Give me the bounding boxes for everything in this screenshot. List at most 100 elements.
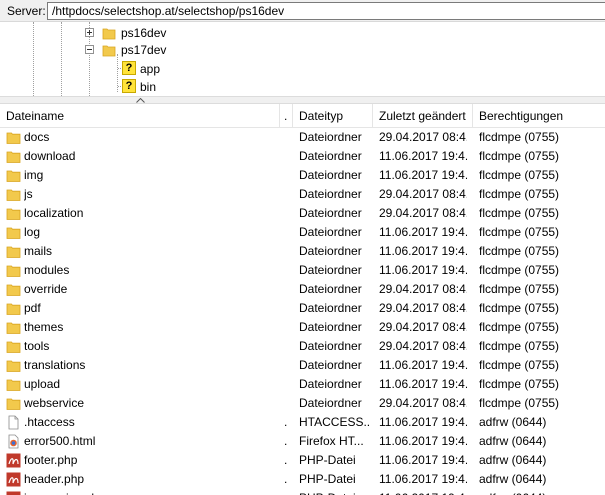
file-row[interactable]: footer.php. PHP-Datei 11.06.2017 19:4... ad…: [0, 451, 605, 470]
remote-directory-tree[interactable]: ps16dev ps17dev ? app ? bin: [0, 22, 605, 96]
file-permissions: flcdmpe (0755): [479, 206, 560, 220]
file-permissions: flcdmpe (0755): [479, 130, 560, 144]
file-modified: 11.06.2017 19:4...: [379, 263, 467, 277]
file-type: PHP-Datei: [299, 453, 356, 467]
php-file-icon: [6, 453, 21, 468]
collapse-icon[interactable]: [85, 45, 94, 54]
file-extension-marker: .: [284, 489, 294, 495]
column-header-modified[interactable]: Zuletzt geändert: [373, 104, 473, 128]
file-modified: 29.04.2017 08:4...: [379, 282, 467, 296]
file-permissions: flcdmpe (0755): [479, 244, 560, 258]
file-type: Firefox HT...: [299, 434, 364, 448]
file-row[interactable]: header.php. PHP-Datei 11.06.2017 19:4... ad…: [0, 470, 605, 489]
file-modified: 11.06.2017 19:4...: [379, 168, 467, 182]
file-row[interactable]: mails Dateiordner 11.06.2017 19:4... flcdmp…: [0, 242, 605, 261]
column-header-filename[interactable]: Dateiname: [0, 104, 280, 128]
folder-icon: [6, 282, 21, 297]
file-extension-marker: [284, 166, 294, 185]
file-list-header: Dateiname . Dateityp Zuletzt geändert Be…: [0, 104, 605, 128]
file-row[interactable]: img Dateiordner 11.06.2017 19:4... flcdmpe …: [0, 166, 605, 185]
file-row[interactable]: js Dateiordner 29.04.2017 08:4... flcdmpe (…: [0, 185, 605, 204]
file-list[interactable]: docs Dateiordner 29.04.2017 08:4... flcdmpe…: [0, 128, 605, 495]
file-name: .htaccess: [24, 415, 75, 429]
file-row[interactable]: download Dateiordner 11.06.2017 19:4... flc…: [0, 147, 605, 166]
file-icon: [6, 415, 21, 430]
file-permissions: flcdmpe (0755): [479, 168, 560, 182]
file-type: Dateiordner: [299, 339, 362, 353]
file-row[interactable]: error500.html. Firefox HT... 11.06.2017 19…: [0, 432, 605, 451]
tree-item-label: ps16dev: [121, 26, 167, 40]
file-name: webservice: [24, 396, 85, 410]
file-permissions: flcdmpe (0755): [479, 263, 560, 277]
file-extension-marker: [284, 394, 294, 413]
file-row[interactable]: .htaccess. HTACCESS... 11.06.2017 19:4... a…: [0, 413, 605, 432]
file-permissions: flcdmpe (0755): [479, 339, 560, 353]
file-permissions: flcdmpe (0755): [479, 149, 560, 163]
file-permissions: flcdmpe (0755): [479, 396, 560, 410]
file-name: modules: [24, 263, 70, 277]
file-row[interactable]: modules Dateiordner 11.06.2017 19:4... flcd…: [0, 261, 605, 280]
file-extension-marker: [284, 261, 294, 280]
file-modified: 29.04.2017 08:4...: [379, 301, 467, 315]
file-type: Dateiordner: [299, 225, 362, 239]
file-type: Dateiordner: [299, 263, 362, 277]
tree-guide-line: [33, 22, 34, 96]
file-row[interactable]: tools Dateiordner 29.04.2017 08:4... flcdmp…: [0, 337, 605, 356]
folder-icon: [6, 206, 21, 221]
column-header-filetype[interactable]: Dateityp: [293, 104, 373, 128]
file-row[interactable]: localization Dateiordner 29.04.2017 08:4..…: [0, 204, 605, 223]
file-extension-marker: .: [284, 434, 288, 448]
folder-icon: [6, 320, 21, 335]
file-row[interactable]: webservice Dateiordner 29.04.2017 08:4... f…: [0, 394, 605, 413]
folder-icon: [6, 187, 21, 202]
column-header-extension[interactable]: .: [280, 104, 293, 128]
file-name: override: [24, 282, 68, 296]
file-modified: 11.06.2017 19:4...: [379, 358, 467, 372]
file-extension-marker: [284, 223, 294, 242]
file-modified: 29.04.2017 08:4...: [379, 187, 467, 201]
file-type: Dateiordner: [299, 320, 362, 334]
file-permissions: flcdmpe (0755): [479, 282, 560, 296]
file-modified: 29.04.2017 08:4...: [379, 339, 467, 353]
file-modified: 29.04.2017 08:4...: [379, 206, 467, 220]
file-row[interactable]: translations Dateiordner 11.06.2017 19:4..…: [0, 356, 605, 375]
pane-splitter[interactable]: [0, 96, 605, 104]
file-row[interactable]: themes Dateiordner 29.04.2017 08:4... flcdm…: [0, 318, 605, 337]
file-type: Dateiordner: [299, 301, 362, 315]
file-row[interactable]: pdf Dateiordner 29.04.2017 08:4... flcdmpe …: [0, 299, 605, 318]
php-file-icon: [6, 472, 21, 487]
folder-icon: [6, 149, 21, 164]
file-modified: 29.04.2017 08:4...: [379, 396, 467, 410]
file-permissions: adfrw (0644): [479, 472, 547, 486]
file-name: img: [24, 168, 44, 182]
file-type: Dateiordner: [299, 396, 362, 410]
file-type: Dateiordner: [299, 244, 362, 258]
file-permissions: flcdmpe (0755): [479, 301, 560, 315]
file-row[interactable]: upload Dateiordner 11.06.2017 19:4... flcdm…: [0, 375, 605, 394]
file-row[interactable]: override Dateiordner 29.04.2017 08:4... flc…: [0, 280, 605, 299]
file-name: footer.php: [24, 453, 78, 467]
file-row[interactable]: log Dateiordner 11.06.2017 19:4... flcdmpe …: [0, 223, 605, 242]
file-type: Dateiordner: [299, 130, 362, 144]
file-name: themes: [24, 320, 64, 334]
file-extension-marker: .: [284, 472, 288, 486]
server-label: Server:: [7, 4, 46, 18]
column-header-permissions[interactable]: Berechtigungen: [473, 104, 605, 128]
file-type: Dateiordner: [299, 187, 362, 201]
file-modified: 11.06.2017 19:4...: [379, 225, 467, 239]
file-row[interactable]: docs Dateiordner 29.04.2017 08:4... flcdmpe…: [0, 128, 605, 147]
file-extension-marker: .: [284, 453, 288, 467]
file-type: Dateiordner: [299, 206, 362, 220]
html-file-icon: [6, 434, 21, 449]
file-row[interactable]: images.inc.php. PHP-Datei 11.06.2017 19:4.…: [0, 489, 605, 495]
folder-icon: [102, 28, 116, 40]
file-extension-marker: [284, 337, 294, 356]
server-path-input[interactable]: /httpdocs/selectshop.at/selectshop/ps16d…: [47, 2, 605, 20]
file-permissions: flcdmpe (0755): [479, 187, 560, 201]
file-modified: 11.06.2017 19:4...: [379, 434, 467, 448]
tree-guide-line: [61, 22, 62, 96]
file-modified: 11.06.2017 19:4...: [379, 149, 467, 163]
file-modified: 11.06.2017 19:4...: [379, 415, 467, 429]
file-extension-marker: [284, 242, 294, 261]
expand-icon[interactable]: [85, 28, 94, 37]
